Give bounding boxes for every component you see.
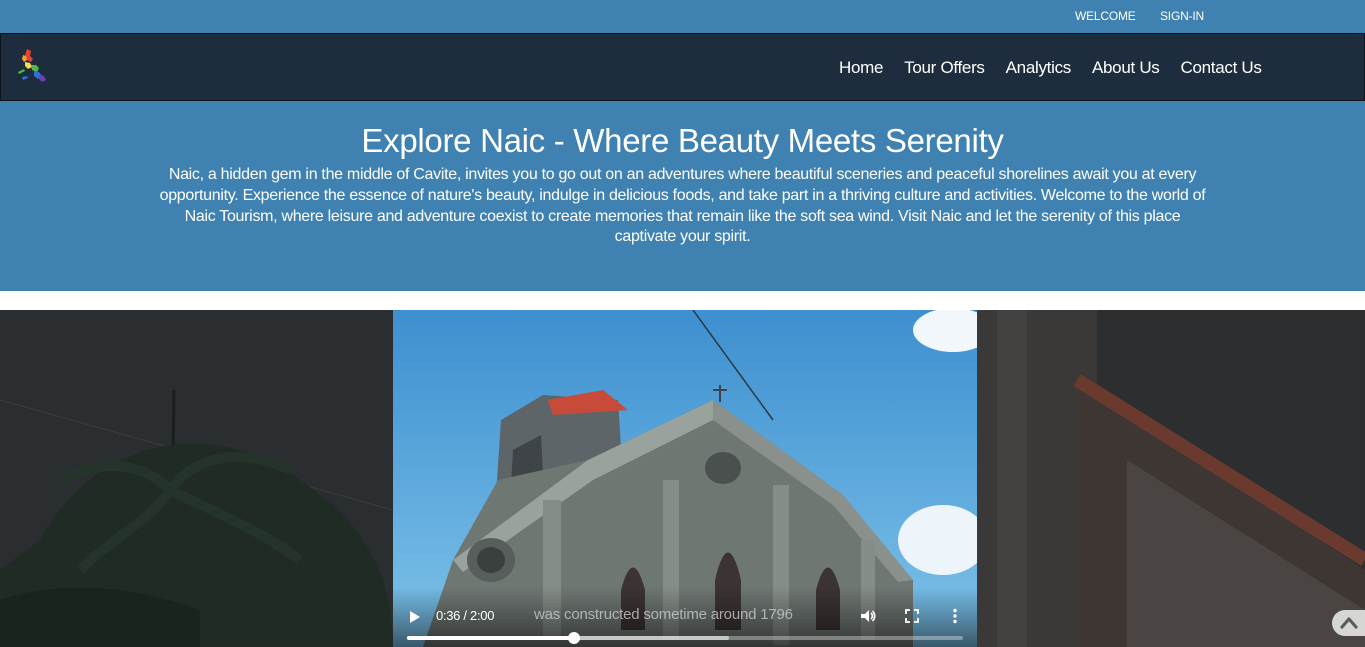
play-icon[interactable] bbox=[409, 610, 421, 624]
nav-home[interactable]: Home bbox=[839, 58, 883, 78]
top-bar: WELCOME SIGN-IN bbox=[0, 0, 1365, 33]
hero-title: Explore Naic - Where Beauty Meets Sereni… bbox=[361, 122, 1004, 159]
volume-icon[interactable] bbox=[859, 607, 877, 625]
welcome-link[interactable]: WELCOME bbox=[1075, 9, 1136, 23]
background-palm-image bbox=[0, 310, 393, 647]
nav-links: Home Tour Offers Analytics About Us Cont… bbox=[839, 58, 1283, 78]
video-progress-bar[interactable] bbox=[407, 632, 963, 644]
video-controls: 0:36 / 2:00 was constructed sometime aro… bbox=[393, 587, 977, 647]
philippines-map-logo-icon[interactable] bbox=[13, 46, 49, 84]
video-player[interactable]: 0:36 / 2:00 was constructed sometime aro… bbox=[393, 310, 977, 647]
nav-contact-us[interactable]: Contact Us bbox=[1181, 58, 1262, 78]
hero-description: Naic, a hidden gem in the middle of Cavi… bbox=[159, 166, 1206, 246]
scroll-to-top-button[interactable] bbox=[1332, 610, 1365, 636]
nav-about-us[interactable]: About Us bbox=[1092, 58, 1160, 78]
video-progress-thumb[interactable] bbox=[567, 632, 580, 644]
hero-section: Explore Naic - Where Beauty Meets Sereni… bbox=[0, 101, 1365, 291]
fullscreen-icon[interactable] bbox=[903, 607, 921, 625]
more-options-icon[interactable] bbox=[946, 607, 964, 625]
navbar: Home Tour Offers Analytics About Us Cont… bbox=[0, 33, 1365, 101]
sign-in-link[interactable]: SIGN-IN bbox=[1160, 9, 1204, 23]
video-section: 0:36 / 2:00 was constructed sometime aro… bbox=[0, 310, 1365, 647]
nav-tour-offers[interactable]: Tour Offers bbox=[904, 58, 985, 78]
video-progress-fill bbox=[407, 636, 574, 640]
nav-analytics[interactable]: Analytics bbox=[1006, 58, 1072, 78]
video-time: 0:36 / 2:00 bbox=[436, 608, 495, 623]
chevron-up-icon bbox=[1340, 617, 1358, 629]
background-church-image bbox=[977, 310, 1365, 647]
video-caption: was constructed sometime around 1796 bbox=[534, 606, 793, 623]
